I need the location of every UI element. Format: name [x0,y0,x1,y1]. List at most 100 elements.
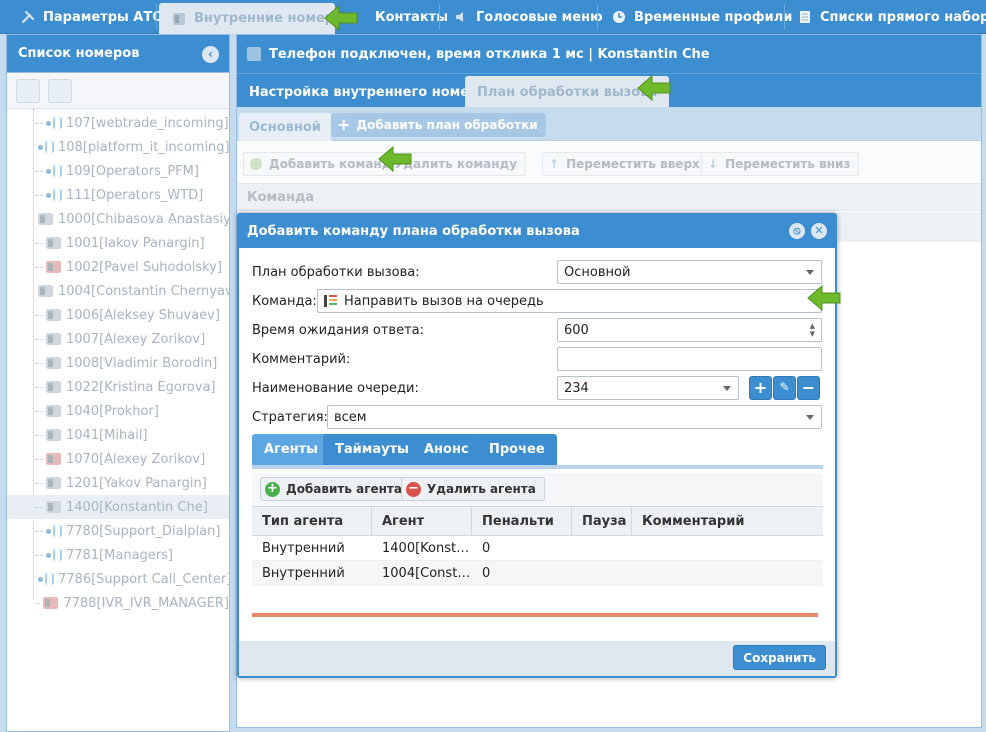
list-item[interactable]: 109[Operators_PFM] [7,159,229,183]
list-item[interactable]: 7780[Support_Dialplan] [7,519,229,543]
column-agent[interactable]: Агент [372,507,472,536]
add-queue-button[interactable]: + [749,376,772,400]
list-item[interactable]: 1201[Yakov Panargin] [7,471,229,495]
tab-label: Списки прямого набора [820,9,986,25]
collapse-left-icon[interactable]: ‹ [202,46,219,63]
tree-connector [35,410,43,412]
tab-direct-dial-lists[interactable]: Списки прямого набора [785,2,986,32]
list-item[interactable]: 7788[IVR_IVR_MANAGER] [7,591,229,615]
clock-icon [612,10,626,24]
cell-agent-type: Внутренний [262,566,345,581]
list-item[interactable]: 1022[Kristina Egorova] [7,375,229,399]
phone-icon [46,357,61,369]
tree-connector [35,554,43,556]
panel-header: Список номеров ‹ [7,35,229,73]
move-up-button[interactable]: ↑ Переместить вверх [542,152,709,176]
list-item-label: 7781[Managers] [66,547,173,563]
list-item[interactable]: 111[Operators_WTD] [7,183,229,207]
column-agent-type[interactable]: Тип агента [252,507,372,536]
remove-queue-button[interactable]: − [797,376,820,400]
list-item-label: 109[Operators_PFM] [66,163,199,179]
close-icon[interactable]: ✕ [811,223,827,239]
cell-pause [572,536,632,561]
grid-scrollbar[interactable] [252,613,818,617]
tab-extension-settings[interactable]: Настройка внутреннего номера [237,76,499,108]
tab-label: Параметры АТС [43,9,162,25]
dialog-title-bar: Добавить команду плана обработки вызова … [239,215,835,248]
tab-agents[interactable]: Агенты [252,434,330,465]
comment-input[interactable] [557,347,822,371]
tab-other[interactable]: Прочее [477,434,557,465]
tab-pbx-settings[interactable]: Параметры АТС [8,2,172,32]
list-item[interactable]: 1004[Constantin Chernyavsky] [7,279,229,303]
queue-select[interactable]: 234 [557,376,739,400]
cell-agent-type: Внутренний [262,541,345,556]
phone-icon [46,405,61,417]
phone-icon [46,501,61,513]
restore-icon[interactable]: ⦸ [789,223,805,239]
strategy-select[interactable]: всем [327,405,822,429]
list-item[interactable]: 1006[Aleksey Shuvaev] [7,303,229,327]
phone-icon [46,381,61,393]
list-item[interactable]: 1400[Konstantin Che] [7,495,229,519]
tab-time-profiles[interactable]: Временные профили [599,2,802,32]
save-button[interactable]: Сохранить [733,645,826,670]
list-item-label: 108[platform_it_incoming] [58,139,229,155]
remove-extension-button[interactable] [48,79,72,103]
dialog-body: План обработки вызова: Основной Команда:… [239,248,835,641]
command-select[interactable]: Направить вызов на очередь [317,289,822,313]
column-comment[interactable]: Комментарий [632,507,823,536]
cell-agent: 1004[Const… [382,566,471,581]
chevron-down-icon [806,270,814,275]
tab-extensions[interactable]: Внутренние номера [159,3,343,34]
list-item[interactable]: 1040[Prokhor] [7,399,229,423]
tab-voice-menus[interactable]: Голосовые меню [441,2,613,32]
tree-connector [35,386,43,388]
tab-timeouts[interactable]: Таймауты [323,434,421,465]
list-item[interactable]: 7781[Managers] [7,543,229,567]
plan-select[interactable]: Основной [557,260,822,284]
remove-agent-button[interactable]: − Удалить агента [401,477,545,501]
move-up-label: Переместить вверх [566,157,700,171]
spinner-icon[interactable]: ▲ ▼ [810,322,815,338]
column-penalty[interactable]: Пенальти [472,507,572,536]
tab-announce[interactable]: Анонс [412,434,481,465]
list-item[interactable]: 1002[Pavel Suhodolsky] [7,255,229,279]
command-grid-header: Команда [237,183,981,211]
table-row[interactable]: Внутренний 1004[Const… 0 [252,561,823,586]
timeout-input[interactable]: 600 ▲ ▼ [557,318,822,342]
plan-label: План обработки вызова: [252,264,420,280]
list-item[interactable]: 108[platform_it_incoming] [7,135,229,159]
green-arrow-icon [637,74,671,102]
list-item[interactable]: 1070[Alexey Zorikov] [7,447,229,471]
add-command-dialog: Добавить команду плана обработки вызова … [237,213,837,678]
list-item-label: 1008[Vladimir Borodin] [66,355,218,371]
list-item-label: 7786[Support Call_Center] [58,571,229,587]
remove-circle-icon: − [406,481,421,497]
main-header-text: Телефон подключен, время отклика 1 мс | … [269,46,710,62]
add-plan-button[interactable]: + Добавить план обработки [331,113,546,137]
list-item[interactable]: 1041[Mihail] [7,423,229,447]
list-item-label: 1002[Pavel Suhodolsky] [66,259,222,275]
tree-connector [35,458,43,460]
tab-main-plan[interactable]: Основной [239,113,331,141]
list-item[interactable]: 1001[Iakov Panargin] [7,231,229,255]
list-item[interactable]: 7786[Support Call_Center] [7,567,229,591]
edit-queue-button[interactable]: ✎ [773,376,796,400]
table-row[interactable]: Внутренний 1400[Konst… 0 [252,536,823,561]
timeout-label: Время ожидания ответа: [252,322,425,338]
agents-grid-header: Тип агента Агент Пенальти Пауза Коммента… [252,506,823,536]
list-item-label: 1001[Iakov Panargin] [66,235,205,251]
column-pause[interactable]: Пауза [572,507,632,536]
add-agent-button[interactable]: + Добавить агента [260,477,411,501]
list-item[interactable]: 1008[Vladimir Borodin] [7,351,229,375]
list-item[interactable]: 1000[Chibasova Anastasiya] [7,207,229,231]
queue-value: 234 [564,380,589,396]
list-item[interactable]: 1007[Alexey Zorikov] [7,327,229,351]
add-extension-button[interactable] [16,79,40,103]
tab-divider [597,4,598,30]
list-item[interactable]: 107[webtrade_incoming] [7,111,229,135]
tree-connector [35,362,43,364]
move-down-button[interactable]: ↓ Переместить вниз [701,152,860,176]
phone-icon [46,429,61,441]
